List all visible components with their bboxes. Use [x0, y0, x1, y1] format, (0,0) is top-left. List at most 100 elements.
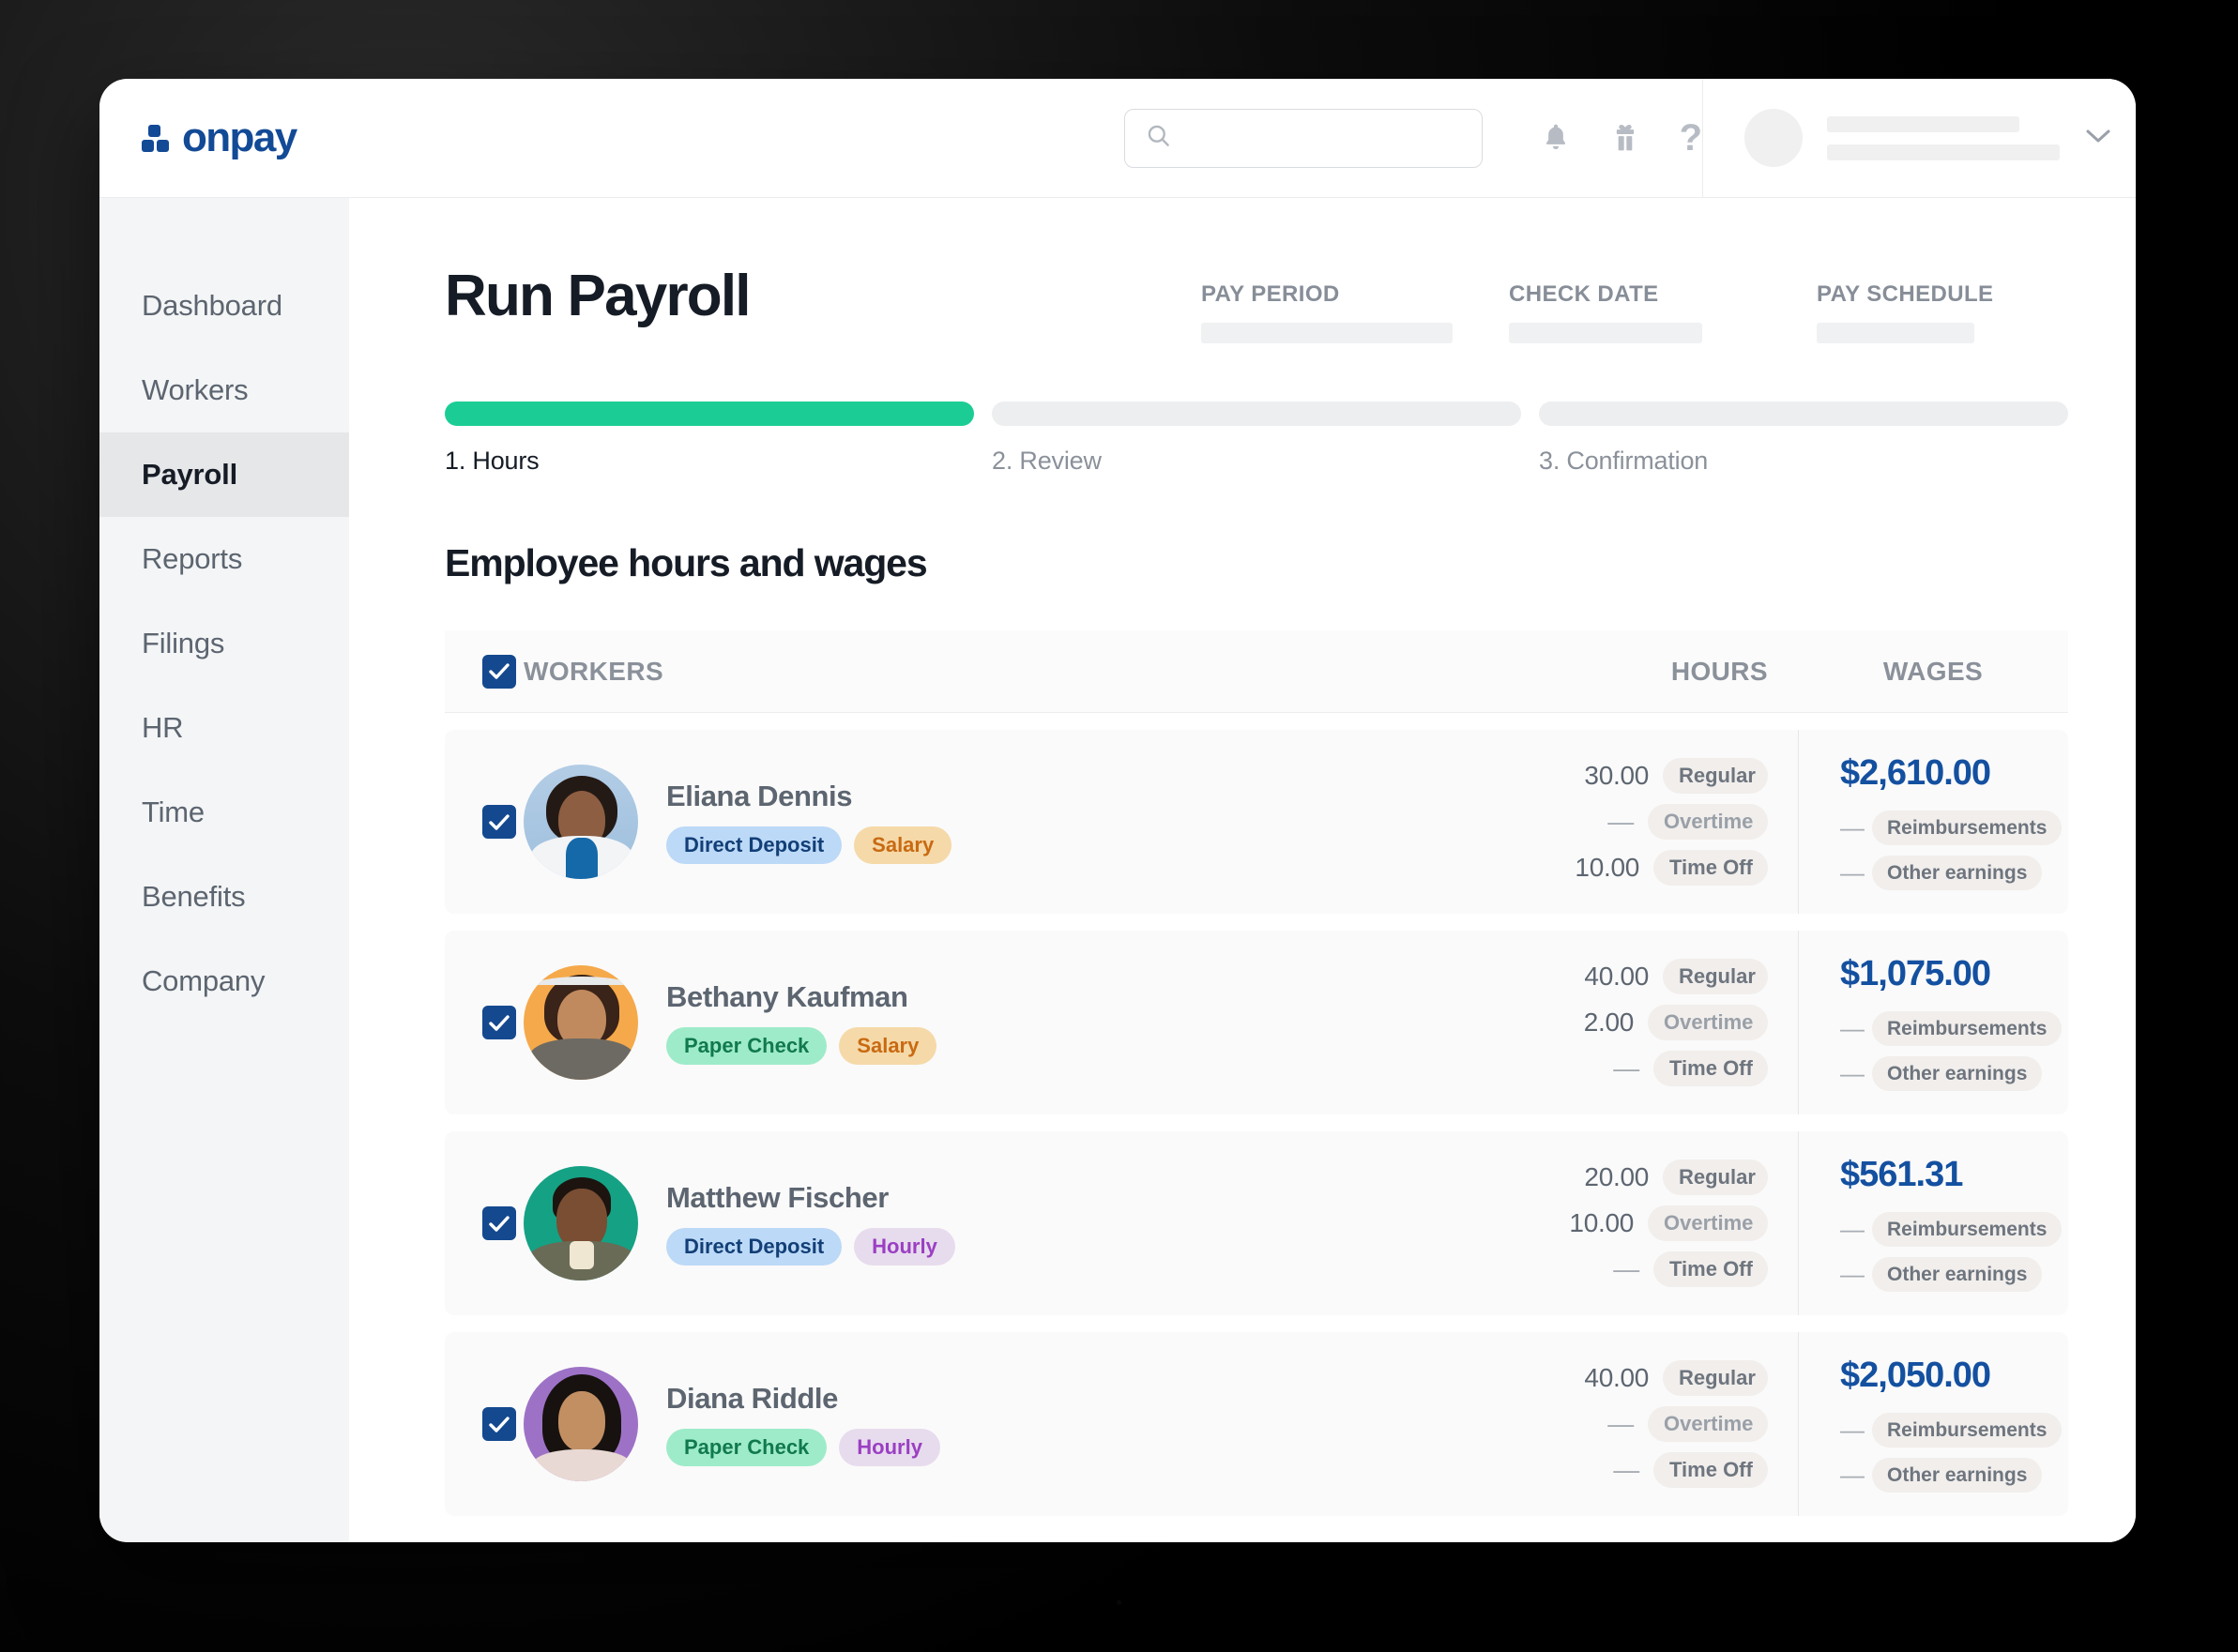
- pay-type-badge: Salary: [854, 826, 952, 864]
- sidebar-item-hr[interactable]: HR: [99, 686, 349, 770]
- meta-pay-period: PAY PERIOD: [1201, 281, 1453, 343]
- hours-overtime[interactable]: 2.00 Overtime: [1516, 1005, 1768, 1040]
- onpay-logo[interactable]: onpay: [142, 117, 297, 159]
- table-row[interactable]: Eliana Dennis Direct Deposit Salary 30.0…: [445, 730, 2068, 914]
- sidebar-item-time[interactable]: Time: [99, 770, 349, 855]
- hours-overtime[interactable]: — Overtime: [1516, 1406, 1768, 1442]
- worker-badges: Direct Deposit Salary: [666, 826, 952, 864]
- wages-cell: $2,610.00 — Reimbursements — Other earni…: [1798, 730, 2068, 914]
- payroll-meta: PAY PERIOD CHECK DATE PAY SCHEDULE: [1201, 265, 2068, 343]
- sidebar-item-workers[interactable]: Workers: [99, 348, 349, 432]
- row-checkbox-cell: [445, 931, 524, 1114]
- profile-menu[interactable]: [1702, 79, 2136, 198]
- worker-photo: [524, 965, 638, 1080]
- hours-label: Overtime: [1648, 1406, 1768, 1442]
- pay-type-badge: Salary: [839, 1027, 937, 1065]
- hours-regular[interactable]: 40.00 Regular: [1516, 959, 1768, 994]
- bell-icon[interactable]: [1541, 122, 1571, 154]
- wage-reimbursements[interactable]: — Reimbursements: [1840, 1212, 2068, 1247]
- sidebar-item-payroll[interactable]: Payroll: [99, 432, 349, 517]
- worker-name: Matthew Fischer: [666, 1181, 889, 1214]
- wage-reimbursements[interactable]: — Reimbursements: [1840, 1413, 2068, 1447]
- step-confirmation[interactable]: 3. Confirmation: [1539, 402, 2068, 476]
- hours-cell: 30.00 Regular — Overtime 10.00 Time Off: [1516, 730, 1798, 914]
- worker-name: Bethany Kaufman: [666, 980, 908, 1013]
- chevron-down-icon[interactable]: [2084, 128, 2112, 149]
- hours-value: —: [1613, 1455, 1639, 1484]
- wages-cell: $2,050.00 — Reimbursements — Other earni…: [1798, 1332, 2068, 1516]
- hours-label: Regular: [1663, 1360, 1768, 1396]
- hours-time-off[interactable]: — Time Off: [1516, 1051, 1768, 1086]
- wage-other-earnings[interactable]: — Other earnings: [1840, 1056, 2068, 1091]
- step-hours[interactable]: 1. Hours: [445, 402, 974, 476]
- pay-method-badge: Paper Check: [666, 1027, 828, 1065]
- wage-label: Reimbursements: [1872, 811, 2063, 845]
- hours-value: 30.00: [1584, 761, 1649, 790]
- hours-overtime[interactable]: — Overtime: [1516, 804, 1768, 840]
- worker-photo: [524, 1367, 638, 1481]
- help-icon[interactable]: ?: [1680, 119, 1702, 157]
- wage-other-earnings[interactable]: — Other earnings: [1840, 856, 2068, 890]
- wage-label: Other earnings: [1872, 856, 2043, 890]
- step-bar: [1539, 402, 2068, 426]
- sidebar-item-filings[interactable]: Filings: [99, 601, 349, 686]
- sidebar-item-company[interactable]: Company: [99, 939, 349, 1023]
- step-label: 3. Confirmation: [1539, 447, 1709, 475]
- row-checkbox[interactable]: [482, 805, 516, 839]
- row-checkbox[interactable]: [482, 1006, 516, 1039]
- table-row[interactable]: Bethany Kaufman Paper Check Salary 40.00…: [445, 931, 2068, 1114]
- hours-value: 10.00: [1569, 1208, 1634, 1237]
- hours-regular[interactable]: 30.00 Regular: [1516, 758, 1768, 794]
- wage-value: —: [1840, 1059, 1865, 1087]
- logo-zone: onpay: [99, 117, 297, 159]
- wage-reimbursements[interactable]: — Reimbursements: [1840, 1011, 2068, 1046]
- hours-value: —: [1607, 807, 1634, 836]
- wage-amount: $561.31: [1840, 1155, 1963, 1194]
- search-box[interactable]: [1123, 108, 1483, 168]
- table-row[interactable]: Diana Riddle Paper Check Hourly 40.00 Re…: [445, 1332, 2068, 1516]
- worker-info: Matthew Fischer Direct Deposit Hourly: [666, 1181, 955, 1266]
- profile-name-placeholder: [1827, 115, 2061, 160]
- hours-value: —: [1607, 1409, 1634, 1438]
- employee-hours-table: WORKERS HOURS WAGES Eliana Dennis Direct…: [445, 630, 2068, 1516]
- pay-type-badge: Hourly: [854, 1228, 955, 1266]
- hours-label: Time Off: [1653, 1452, 1768, 1488]
- wage-amount: $2,610.00: [1840, 753, 1991, 793]
- hours-time-off[interactable]: — Time Off: [1516, 1452, 1768, 1488]
- column-header-workers: WORKERS: [524, 656, 664, 686]
- hours-regular[interactable]: 20.00 Regular: [1516, 1159, 1768, 1195]
- sidebar-item-benefits[interactable]: Benefits: [99, 855, 349, 939]
- table-header-row: WORKERS HOURS WAGES: [445, 630, 2068, 713]
- table-row[interactable]: Matthew Fischer Direct Deposit Hourly 20…: [445, 1131, 2068, 1315]
- row-checkbox[interactable]: [482, 1407, 516, 1441]
- row-checkbox[interactable]: [482, 1206, 516, 1240]
- worker-info: Eliana Dennis Direct Deposit Salary: [666, 780, 952, 864]
- wage-value: —: [1840, 1014, 1865, 1042]
- wage-value: —: [1840, 1416, 1865, 1444]
- row-checkbox-cell: [445, 1332, 524, 1516]
- hours-time-off[interactable]: 10.00 Time Off: [1516, 850, 1768, 886]
- step-label: 2. Review: [992, 447, 1102, 475]
- select-all-checkbox[interactable]: [482, 654, 516, 689]
- meta-value-placeholder: [1201, 323, 1453, 343]
- gift-icon[interactable]: [1610, 122, 1640, 154]
- sidebar-item-reports[interactable]: Reports: [99, 517, 349, 601]
- sidebar-item-label: Reports: [142, 542, 243, 575]
- onpay-squares-icon: [142, 124, 174, 152]
- sidebar-item-dashboard[interactable]: Dashboard: [99, 264, 349, 348]
- wage-reimbursements[interactable]: — Reimbursements: [1840, 811, 2068, 845]
- hours-regular[interactable]: 40.00 Regular: [1516, 1360, 1768, 1396]
- hours-label: Overtime: [1648, 1205, 1768, 1241]
- wage-value: —: [1840, 1461, 1865, 1489]
- wage-amount: $1,075.00: [1840, 954, 1991, 993]
- hours-label: Overtime: [1648, 804, 1768, 840]
- step-review[interactable]: 2. Review: [992, 402, 1521, 476]
- search-input[interactable]: [1183, 126, 1461, 150]
- hours-time-off[interactable]: — Time Off: [1516, 1251, 1768, 1287]
- meta-pay-schedule: PAY SCHEDULE: [1817, 281, 2068, 343]
- wage-other-earnings[interactable]: — Other earnings: [1840, 1257, 2068, 1292]
- hours-value: 2.00: [1583, 1008, 1635, 1037]
- wage-other-earnings[interactable]: — Other earnings: [1840, 1458, 2068, 1493]
- hours-value: —: [1613, 1053, 1639, 1083]
- hours-overtime[interactable]: 10.00 Overtime: [1516, 1205, 1768, 1241]
